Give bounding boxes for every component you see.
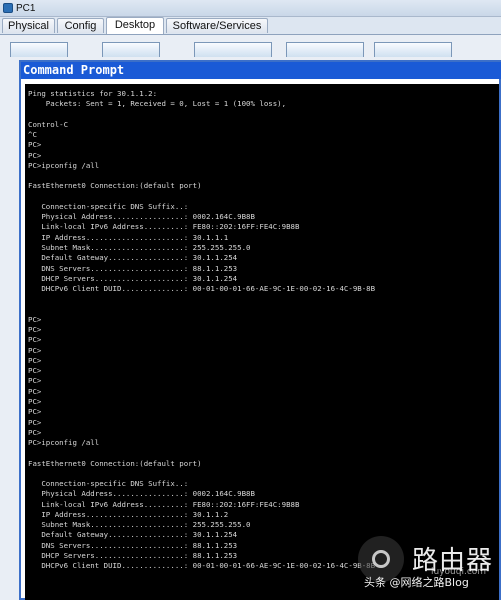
window-titlebar: PC1 [0,0,501,17]
console-line: Packets: Sent = 1, Received = 0, Lost = … [28,99,287,109]
console-line: IP Address......................: 30.1.1… [28,232,229,242]
console-line: Default Gateway.................: 30.1.1… [28,253,238,263]
console-line: PC> [28,314,42,324]
console-line: DNS Servers.....................: 88.1.1… [28,263,238,273]
console-line: PC>ipconfig /all [28,160,100,170]
console-line: ^C [28,130,37,140]
console-line: Default Gateway.................: 30.1.1… [28,530,238,540]
console-line: PC> [28,325,42,335]
console-line: PC> [28,366,42,376]
console-line: FastEthernet0 Connection:(default port) [28,458,202,468]
console-line: PC> [28,150,42,160]
console-line: Connection-specific DNS Suffix..: [28,201,189,211]
console-line: Subnet Mask.....................: 255.25… [28,520,251,530]
desktop-app-icon[interactable] [102,42,160,57]
console-line: Physical Address................: 0002.1… [28,212,255,222]
console-line: FastEthernet0 Connection:(default port) [28,181,202,191]
console-line: Link-local IPv6 Address.........: FE80::… [28,499,300,509]
console-line: PC> [28,140,42,150]
window-title: PC1 [16,2,36,14]
desktop-app-icon[interactable] [374,42,452,57]
command-prompt-window: Command Prompt Ping statistics for 30.1.… [19,60,501,600]
console-line: DNS Servers.....................: 88.1.1… [28,540,238,550]
console-line: Ping statistics for 30.1.1.2: [28,89,158,98]
console-line: PC> [28,407,42,417]
console-line: PC>ipconfig /all [28,438,100,448]
console-line: PC> [28,386,42,396]
console-text: Ping statistics for 30.1.1.2: Packets: S… [25,84,499,571]
desktop-app-icon[interactable] [194,42,272,57]
console-line: DHCP Servers....................: 30.1.1… [28,273,238,283]
console-output[interactable]: Ping statistics for 30.1.1.2: Packets: S… [25,84,499,600]
console-line: PC> [28,345,42,355]
console-line: PC> [28,396,42,406]
tab-bar: Physical Config Desktop Software/Service… [0,17,501,35]
console-line: PC> [28,417,42,427]
desktop-app-icon[interactable] [10,42,68,57]
console-line: DHCPv6 Client DUID..............: 00-01-… [28,561,376,571]
console-line: PC> [28,427,42,437]
tab-desktop[interactable]: Desktop [106,17,164,34]
console-line: Subnet Mask.....................: 255.25… [28,242,251,252]
console-line: PC> [28,335,42,345]
console-line: PC> [28,376,42,386]
console-line: Connection-specific DNS Suffix..: [28,479,189,489]
tab-config[interactable]: Config [57,18,104,33]
console-line: DHCPv6 Client DUID..............: 00-01-… [28,284,376,294]
desktop-app-icon[interactable] [286,42,364,57]
app-icon [3,3,13,13]
tab-software-services[interactable]: Software/Services [166,18,268,33]
console-line: Link-local IPv6 Address.........: FE80::… [28,222,300,232]
console-line: DHCP Servers....................: 88.1.1… [28,550,238,560]
command-prompt-title: Command Prompt [21,62,501,79]
console-line: PC> [28,355,42,365]
tab-physical[interactable]: Physical [2,18,55,33]
console-line: Control-C [28,119,69,129]
console-line: Physical Address................: 0002.1… [28,489,255,499]
console-line: IP Address......................: 30.1.1… [28,509,229,519]
